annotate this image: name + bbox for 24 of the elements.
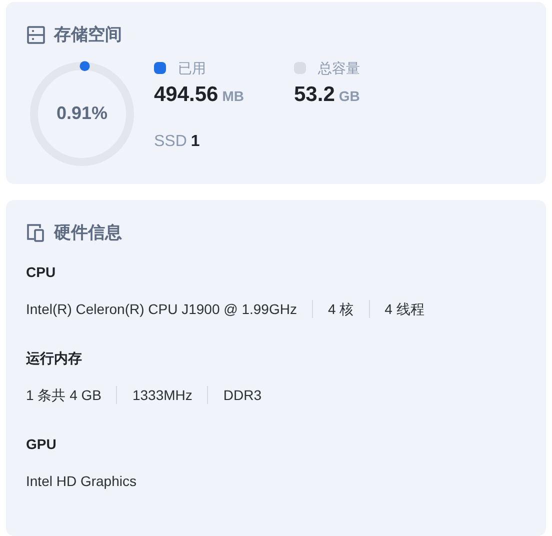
legend-label: 已用	[178, 58, 206, 78]
spec-value: Intel(R) Celeron(R) CPU J1900 @ 1.99GHz	[26, 300, 297, 319]
disk-label: SSD	[154, 132, 187, 152]
spec-value: 1333MHz	[132, 386, 192, 404]
spec-value: DDR3	[223, 386, 262, 404]
storage-icon	[26, 24, 46, 45]
ring-fill	[80, 60, 90, 71]
storage-unit: GB	[338, 86, 360, 106]
card-title: 存储空间	[54, 24, 122, 46]
section-heading: 运行内存	[26, 348, 83, 368]
disk-count: 1	[190, 132, 200, 152]
spec-value: 4 线程	[384, 300, 424, 318]
storage-unit: MB	[222, 86, 244, 106]
section-heading: GPU	[26, 434, 58, 454]
devices-icon	[26, 222, 46, 243]
spec-value: Intel HD Graphics	[26, 472, 136, 491]
card-title: 硬件信息	[54, 222, 122, 244]
storage-value: 494.56	[154, 82, 218, 108]
storage-value: 53.2	[294, 82, 335, 108]
usage-percent: 0.91%	[56, 102, 108, 125]
spec-value: 4 核	[328, 300, 354, 318]
section-heading: CPU	[26, 262, 57, 282]
legend-label: 总容量	[318, 58, 360, 78]
spec-value: 1 条共 4 GB	[26, 386, 102, 404]
